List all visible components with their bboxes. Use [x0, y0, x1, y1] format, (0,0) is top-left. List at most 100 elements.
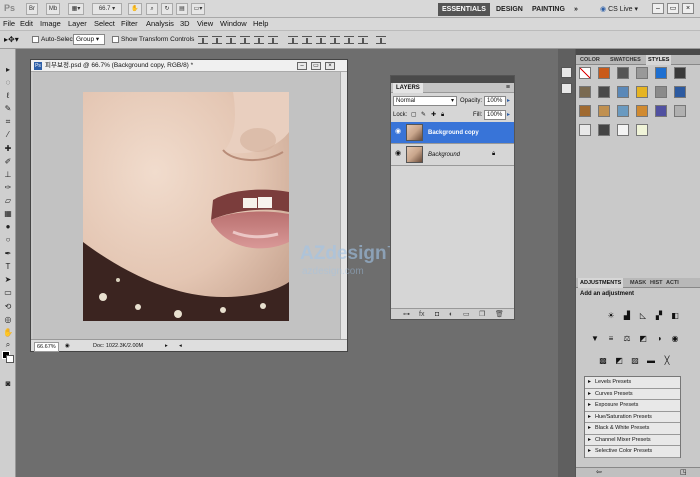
blur-tool-icon[interactable]: ● [3, 222, 13, 231]
return-to-list-icon[interactable]: ⇦ [596, 468, 602, 476]
3d-orbit-tool-icon[interactable]: ◎ [3, 315, 13, 324]
lock-image-icon[interactable]: ✎ [421, 111, 426, 119]
shape-tool-icon[interactable]: ▭ [3, 288, 13, 297]
document-canvas[interactable] [33, 72, 341, 339]
status-arrow-icon[interactable]: ▸ [165, 342, 168, 350]
style-swatch[interactable] [674, 105, 686, 117]
channel-mixer-icon[interactable]: ◉ [670, 334, 680, 344]
auto-align-layers-icon[interactable] [376, 36, 386, 44]
more-workspaces-icon[interactable]: » [570, 3, 582, 16]
quick-mask-icon[interactable]: ◙ [3, 379, 13, 388]
menu-file[interactable]: File [3, 19, 15, 29]
exposure-icon[interactable]: ▞ [654, 311, 664, 321]
lasso-tool-icon[interactable]: ℓ [3, 91, 13, 100]
quick-select-tool-icon[interactable]: ✎ [3, 104, 13, 113]
align-vcenter-icon[interactable] [212, 36, 222, 44]
gradient-tool-icon[interactable]: ▦ [3, 209, 13, 218]
screen-mode-button[interactable]: ▭▾ [191, 3, 205, 15]
document-restore-icon[interactable]: ▭ [311, 62, 321, 70]
curves-icon[interactable]: ◺ [638, 311, 648, 321]
distribute-left-icon[interactable] [330, 36, 340, 44]
tab-styles[interactable]: STYLES [646, 55, 672, 65]
align-left-icon[interactable] [240, 36, 250, 44]
add-mask-icon[interactable]: ◘ [435, 310, 439, 319]
preset-levels[interactable]: Levels Presets [585, 377, 680, 389]
layers-panel-header[interactable] [391, 76, 514, 83]
style-swatch[interactable] [598, 67, 610, 79]
opacity-slider-icon[interactable]: ▸ [507, 97, 510, 105]
eraser-tool-icon[interactable]: ▱ [3, 196, 13, 205]
new-adjustment-layer-icon[interactable]: ◐ [449, 310, 453, 319]
document-close-icon[interactable]: × [325, 62, 335, 70]
panel-options-icon[interactable]: ◳ [680, 468, 687, 476]
zoom-level-dropdown[interactable]: 66.7 ▾ [92, 3, 122, 15]
bridge-button[interactable]: Br [26, 3, 38, 15]
workspace-essentials[interactable]: ESSENTIALS [438, 3, 490, 16]
menu-select[interactable]: Select [94, 19, 115, 29]
brush-panel-icon[interactable] [561, 83, 572, 94]
crop-tool-icon[interactable]: ⌗ [3, 117, 13, 126]
menu-image[interactable]: Image [40, 19, 61, 29]
preset-hue-saturation[interactable]: Hue/Saturation Presets [585, 412, 680, 423]
history-panel-icon[interactable] [561, 67, 572, 78]
hand-tool-button[interactable]: ✋ [128, 3, 142, 15]
menu-edit[interactable]: Edit [20, 19, 33, 29]
align-right-icon[interactable] [268, 36, 278, 44]
distribute-top-icon[interactable] [288, 36, 298, 44]
menu-3d[interactable]: 3D [180, 19, 190, 29]
panel-menu-icon[interactable]: ≡ [506, 83, 510, 93]
new-group-icon[interactable]: ▭ [463, 310, 470, 319]
brush-tool-icon[interactable]: ✐ [3, 157, 13, 166]
style-swatch[interactable] [636, 67, 648, 79]
auto-select-checkbox[interactable] [32, 36, 39, 43]
distribute-bottom-icon[interactable] [316, 36, 326, 44]
pen-tool-icon[interactable]: ✒ [3, 249, 13, 258]
style-swatch[interactable] [579, 67, 591, 79]
view-extras-button[interactable]: ▦▾ [68, 3, 84, 15]
cs-live-button[interactable]: ◉ CS Live ▾ [596, 3, 642, 16]
document-titlebar[interactable]: Ps 피부보정.psd @ 66.7% (Background copy, RG… [31, 60, 347, 72]
zoom-field[interactable]: 66.67% [34, 342, 59, 352]
gradient-map-icon[interactable]: ▬ [646, 356, 656, 366]
document-vertical-scrollbar[interactable] [340, 72, 347, 339]
healing-brush-tool-icon[interactable]: ✚ [3, 144, 13, 153]
levels-icon[interactable]: ▟ [622, 311, 632, 321]
document-minimize-icon[interactable]: – [297, 62, 307, 70]
style-swatch[interactable] [617, 67, 629, 79]
status-menu-icon[interactable]: ◉ [65, 342, 70, 350]
scroll-left-icon[interactable]: ◂ [179, 342, 182, 350]
zoom-tool-icon[interactable]: ⌕ [3, 340, 13, 349]
style-swatch[interactable] [579, 86, 591, 98]
align-bottom-icon[interactable] [226, 36, 236, 44]
close-icon[interactable]: × [682, 3, 694, 14]
style-swatch[interactable] [617, 124, 629, 136]
opacity-field[interactable]: 100% [484, 96, 506, 106]
style-swatch[interactable] [598, 124, 610, 136]
style-swatch[interactable] [655, 67, 667, 79]
preset-curves[interactable]: Curves Presets [585, 389, 680, 400]
menu-analysis[interactable]: Analysis [146, 19, 174, 29]
brightness-contrast-icon[interactable]: ☀ [606, 311, 616, 321]
restore-icon[interactable]: ▭ [667, 3, 679, 14]
arrange-documents-button[interactable]: ▤ [176, 3, 188, 15]
style-swatch[interactable] [579, 105, 591, 117]
minibridge-button[interactable]: Mb [46, 3, 60, 15]
vibrance-icon[interactable]: ▼ [590, 334, 600, 344]
align-hcenter-icon[interactable] [254, 36, 264, 44]
tab-layers[interactable]: LAYERS [393, 83, 423, 93]
minimize-icon[interactable]: – [652, 3, 664, 14]
style-swatch[interactable] [579, 124, 591, 136]
align-top-icon[interactable] [198, 36, 208, 44]
marquee-tool-icon[interactable]: ◌ [3, 78, 13, 87]
clone-stamp-tool-icon[interactable]: ⊥ [3, 170, 13, 179]
lock-transparent-icon[interactable]: ▢ [411, 111, 417, 119]
selective-color-icon[interactable]: ╳ [662, 356, 672, 366]
delete-layer-icon[interactable]: 🗑︎ [495, 310, 504, 319]
blend-mode-dropdown[interactable]: Normal ▾ [393, 96, 457, 106]
auto-select-dropdown[interactable]: Group ▾ [73, 34, 105, 45]
invert-icon[interactable]: ▩ [598, 356, 608, 366]
threshold-icon[interactable]: ▨ [630, 356, 640, 366]
photo-filter-icon[interactable]: ◑ [654, 334, 664, 344]
distribute-right-icon[interactable] [358, 36, 368, 44]
menu-filter[interactable]: Filter [121, 19, 138, 29]
